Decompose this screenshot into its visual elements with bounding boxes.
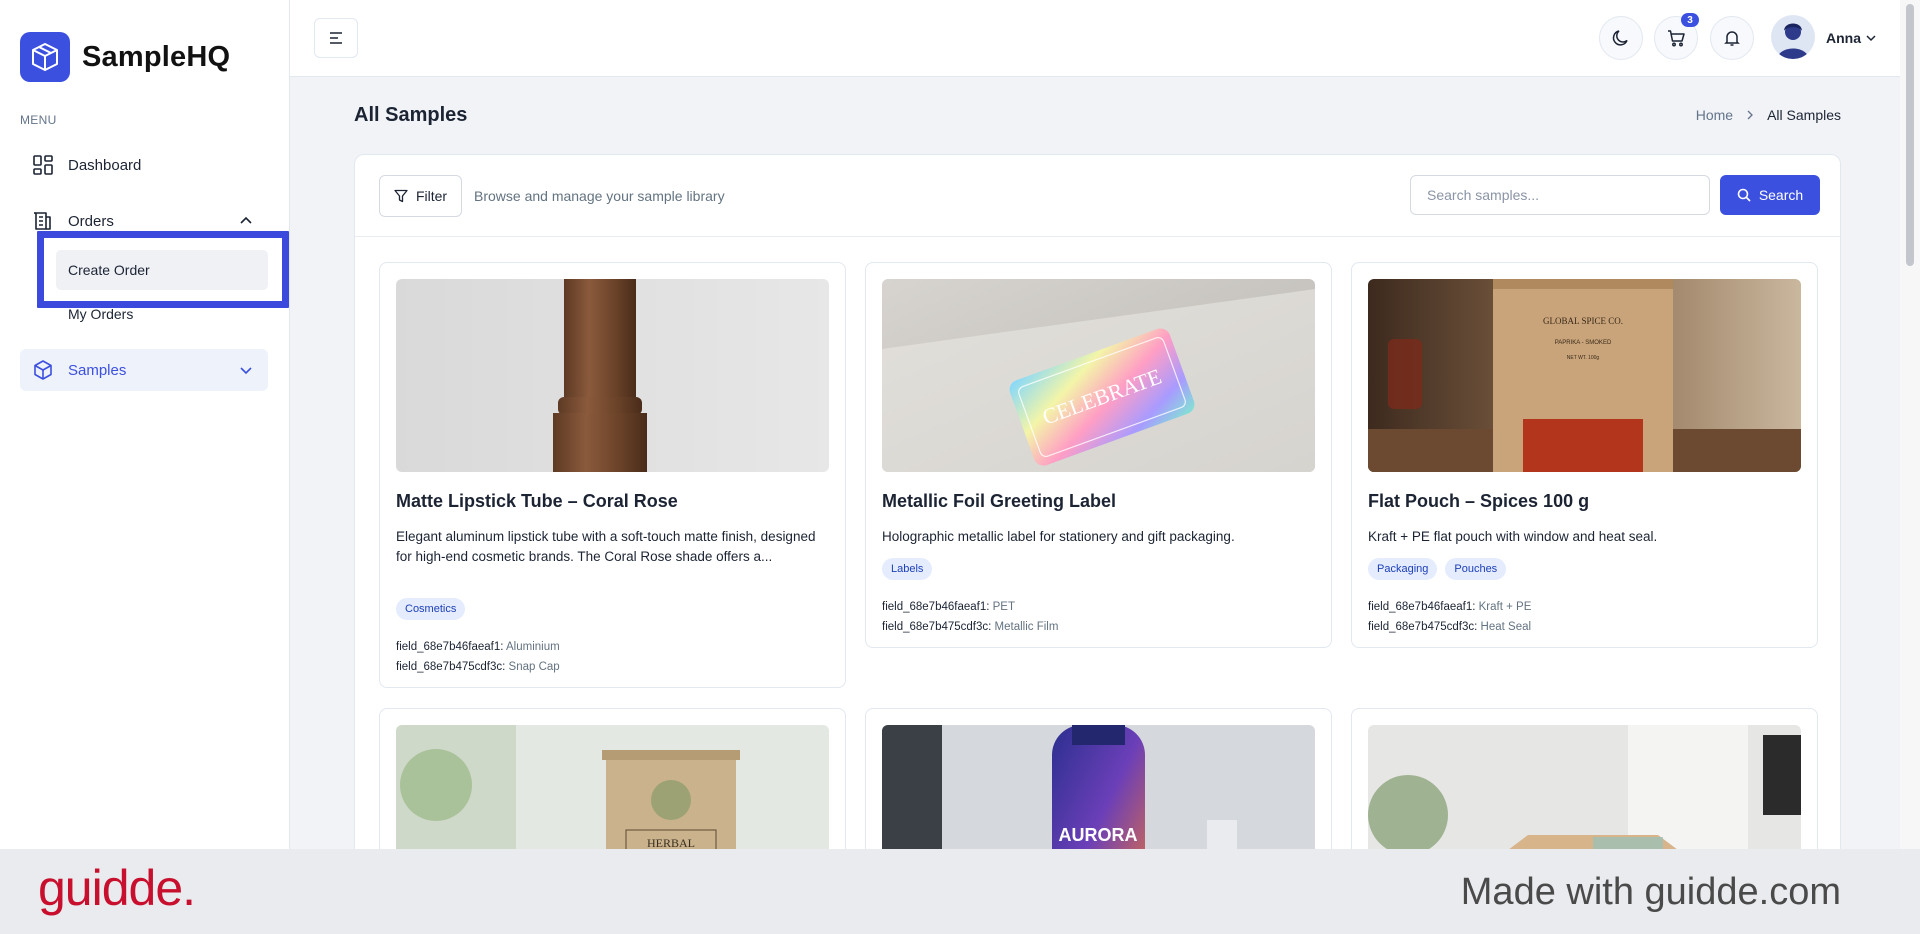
sample-image-foil-label: CELEBRATE bbox=[882, 279, 1315, 472]
filter-icon bbox=[394, 189, 408, 203]
brand-name: SampleHQ bbox=[82, 40, 231, 73]
tag[interactable]: Labels bbox=[882, 558, 933, 580]
cart-count-badge: 3 bbox=[1681, 13, 1699, 27]
search-icon bbox=[1737, 188, 1751, 202]
pouch-product-text: PAPRIKA - SMOKED bbox=[1555, 340, 1612, 346]
sidebar-item-dashboard[interactable]: Dashboard bbox=[20, 144, 268, 186]
tag-list: Labels bbox=[882, 558, 933, 580]
chevron-down-icon bbox=[240, 367, 252, 375]
search-button[interactable]: Search bbox=[1720, 175, 1820, 215]
field-row: field_68e7b46faeaf1: Kraft + PE bbox=[1368, 601, 1532, 613]
samples-toolbar: Filter Browse and manage your sample lib… bbox=[355, 155, 1840, 237]
sample-image-spice-pouch: GLOBAL SPICE CO. PAPRIKA - SMOKED NET WT… bbox=[1368, 279, 1801, 472]
tag[interactable]: Packaging bbox=[1368, 558, 1438, 580]
filter-button[interactable]: Filter bbox=[379, 175, 462, 217]
menu-icon bbox=[330, 32, 342, 44]
chevron-right-icon bbox=[1747, 110, 1753, 120]
sample-card[interactable]: Matte Lipstick Tube – Coral Rose Elegant… bbox=[379, 262, 846, 688]
box-icon bbox=[32, 359, 54, 381]
guidde-logo: guidde. bbox=[38, 860, 196, 916]
sample-title[interactable]: Metallic Foil Greeting Label bbox=[882, 491, 1116, 512]
bell-icon bbox=[1724, 31, 1740, 46]
sample-fields: field_68e7b46faeaf1: Aluminium field_68e… bbox=[396, 637, 560, 677]
field-row: field_68e7b46faeaf1: PET bbox=[882, 601, 1016, 613]
user-name[interactable]: Anna bbox=[1826, 30, 1861, 46]
field-row: field_68e7b475cdf3c: Metallic Film bbox=[882, 621, 1059, 633]
sample-card[interactable]: GLOBAL SPICE CO. PAPRIKA - SMOKED NET WT… bbox=[1351, 262, 1818, 648]
dashboard-icon bbox=[32, 154, 54, 176]
sidebar-item-samples[interactable]: Samples bbox=[20, 349, 268, 391]
field-row: field_68e7b475cdf3c: Heat Seal bbox=[1368, 621, 1532, 633]
cart-button[interactable]: 3 bbox=[1654, 13, 1699, 60]
sample-title[interactable]: Flat Pouch – Spices 100 g bbox=[1368, 491, 1589, 512]
guidde-footer: guidde. Made with guidde.com bbox=[0, 849, 1920, 934]
moon-icon bbox=[1612, 30, 1628, 46]
menu-toggle-button[interactable] bbox=[314, 18, 358, 58]
sidebar-item-orders[interactable]: Orders bbox=[20, 200, 268, 242]
sample-image-lipstick bbox=[396, 279, 829, 472]
sample-card[interactable]: CELEBRATE Metallic Foil Greeting Label H… bbox=[865, 262, 1332, 648]
menu-label: MENU bbox=[20, 113, 57, 127]
sample-description: Elegant aluminum lipstick tube with a so… bbox=[396, 529, 816, 564]
herbal-box-text: HERBAL bbox=[647, 836, 695, 850]
toolbar-description: Browse and manage your sample library bbox=[474, 188, 725, 204]
sample-fields: field_68e7b46faeaf1: Kraft + PE field_68… bbox=[1368, 597, 1531, 637]
footer-text: Made with guidde.com bbox=[1460, 871, 1841, 913]
chevron-up-icon bbox=[240, 216, 252, 224]
breadcrumb: Home All Samples bbox=[1696, 107, 1841, 123]
avatar[interactable] bbox=[1771, 15, 1815, 59]
search-button-label: Search bbox=[1758, 187, 1804, 203]
tag-list: Packaging Pouches bbox=[1368, 558, 1507, 580]
sidebar-subitem-create-order[interactable]: Create Order bbox=[56, 250, 268, 290]
sample-title[interactable]: Matte Lipstick Tube – Coral Rose bbox=[396, 491, 678, 512]
theme-toggle-button[interactable] bbox=[1599, 16, 1643, 60]
breadcrumb-current: All Samples bbox=[1767, 107, 1841, 123]
sidebar-item-label: Dashboard bbox=[68, 156, 142, 174]
tag[interactable]: Pouches bbox=[1445, 558, 1507, 580]
notifications-button[interactable] bbox=[1710, 16, 1754, 60]
brand[interactable]: SampleHQ bbox=[20, 32, 230, 82]
scrollbar-thumb[interactable] bbox=[1906, 4, 1914, 266]
field-row: field_68e7b46faeaf1: Aluminium bbox=[396, 641, 560, 653]
sidebar-subitem-my-orders[interactable]: My Orders bbox=[56, 294, 268, 334]
box-logo-icon bbox=[20, 32, 70, 82]
field-row: field_68e7b475cdf3c: Snap Cap bbox=[396, 661, 560, 673]
chevron-down-icon[interactable] bbox=[1864, 31, 1878, 45]
sample-description: Kraft + PE flat pouch with window and he… bbox=[1368, 529, 1658, 544]
top-header: 3 Anna bbox=[290, 0, 1900, 77]
pouch-brand-text: GLOBAL SPICE CO. bbox=[1543, 316, 1623, 326]
sidebar-item-label: Orders bbox=[68, 212, 114, 230]
tag[interactable]: Cosmetics bbox=[396, 598, 466, 620]
tag-list: Cosmetics bbox=[396, 598, 466, 620]
orders-icon bbox=[32, 210, 54, 232]
bottle-label-text: AURORA bbox=[1059, 825, 1138, 845]
cart-icon bbox=[1668, 30, 1685, 47]
sample-fields: field_68e7b46faeaf1: PET field_68e7b475c… bbox=[882, 597, 1058, 637]
filter-label: Filter bbox=[415, 188, 448, 204]
pouch-weight-text: NET WT. 100g bbox=[1567, 355, 1600, 361]
sample-description: Holographic metallic label for stationer… bbox=[882, 529, 1235, 544]
page-scrollbar[interactable] bbox=[1900, 0, 1920, 849]
sidebar-item-label: Samples bbox=[68, 361, 127, 379]
sidebar: SampleHQ MENU Dashboard Orders Create Or… bbox=[0, 0, 290, 849]
page-title: All Samples bbox=[354, 104, 468, 126]
samples-panel: Filter Browse and manage your sample lib… bbox=[354, 154, 1841, 918]
search-input[interactable] bbox=[1410, 175, 1710, 215]
breadcrumb-home-link[interactable]: Home bbox=[1696, 107, 1733, 123]
